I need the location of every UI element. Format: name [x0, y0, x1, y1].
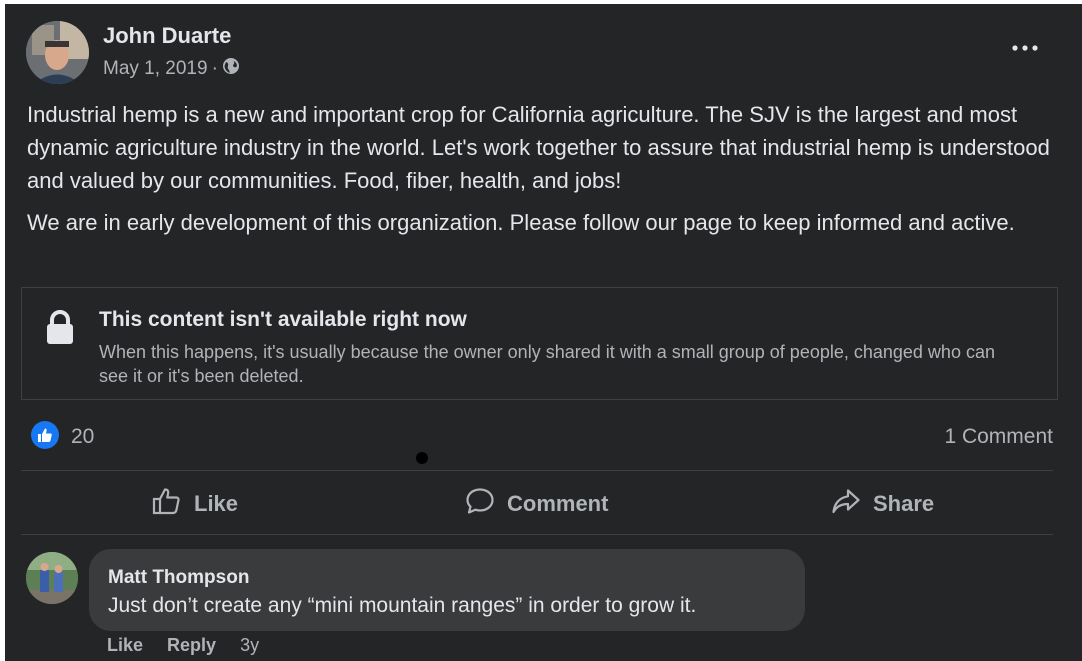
post-body: Industrial hemp is a new and important c…: [27, 98, 1057, 248]
meta-separator: ·: [211, 58, 218, 79]
post-paragraph: We are in early development of this orga…: [27, 210, 1015, 235]
unavailable-attachment: This content isn't available right now W…: [21, 287, 1058, 400]
share-icon: [831, 487, 861, 521]
comment-reply-link[interactable]: Reply: [167, 635, 216, 656]
author-name[interactable]: John Duarte: [103, 23, 231, 49]
like-label: Like: [194, 491, 239, 516]
comment-bubble: Matt Thompson Just don’t create any “min…: [89, 549, 805, 631]
comment-text: Just don’t create any “mini mountain ran…: [108, 594, 697, 617]
comment-count[interactable]: 1 Comment: [944, 425, 1053, 449]
divider: [21, 470, 1053, 471]
globe-icon: [222, 57, 240, 81]
comment-icon: [465, 487, 495, 521]
author-avatar[interactable]: [26, 21, 89, 84]
comment-like-link[interactable]: Like: [107, 635, 143, 656]
post-card: John Duarte May 1, 2019 · Industrial hem…: [5, 4, 1082, 661]
like-count[interactable]: 20: [71, 425, 94, 449]
comment-button[interactable]: Comment: [465, 484, 608, 524]
comment-author[interactable]: Matt Thompson: [108, 567, 249, 589]
commenter-avatar[interactable]: [26, 552, 78, 604]
like-button[interactable]: Like: [152, 484, 238, 524]
post-meta: May 1, 2019 ·: [103, 57, 240, 81]
more-options-icon: [1012, 45, 1038, 51]
comment-actions: Like Reply 3y: [107, 635, 259, 656]
divider: [21, 534, 1053, 535]
post-date[interactable]: May 1, 2019: [103, 58, 208, 80]
more-options-button[interactable]: [1005, 36, 1045, 60]
unavailable-title: This content isn't available right now: [99, 308, 467, 331]
unavailable-description: When this happens, it's usually because …: [99, 342, 995, 386]
thumbs-up-icon: [152, 487, 182, 521]
comment-label: Comment: [507, 491, 609, 516]
lock-icon: [45, 310, 75, 351]
comment-age[interactable]: 3y: [240, 635, 259, 656]
like-reaction-icon[interactable]: [31, 421, 59, 449]
share-label: Share: [873, 491, 935, 516]
share-button[interactable]: Share: [831, 484, 934, 524]
post-paragraph: Industrial hemp is a new and important c…: [27, 102, 1050, 193]
cursor-dot: [416, 452, 428, 464]
